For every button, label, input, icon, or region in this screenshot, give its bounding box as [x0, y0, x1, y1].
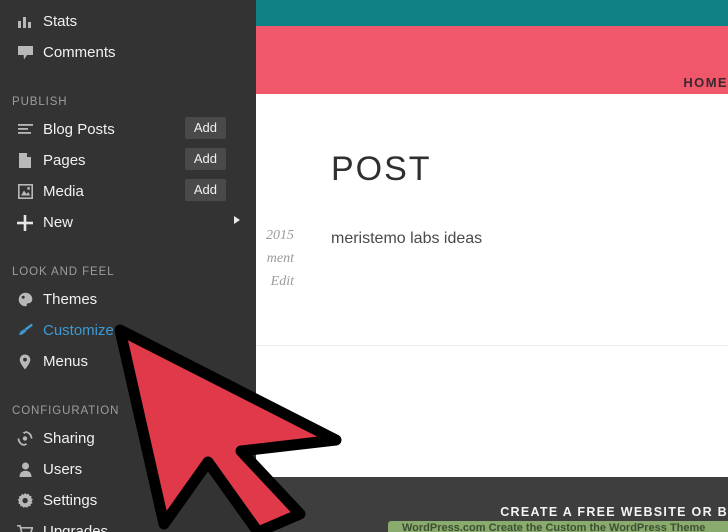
cart-icon: [12, 524, 38, 532]
post-title[interactable]: POST: [331, 149, 711, 189]
screenshot-root: HOME 2015 ment Edit POST meristemo labs …: [0, 0, 728, 532]
sidebar-item-media[interactable]: Media Add: [0, 176, 256, 207]
sidebar-item-pages[interactable]: Pages Add: [0, 145, 256, 176]
share-icon: [12, 431, 38, 446]
map-pin-icon: [12, 354, 38, 370]
sidebar-item-blog-posts[interactable]: Blog Posts Add: [0, 114, 256, 145]
comment-bubble-icon: [12, 45, 38, 60]
image-media-icon: [12, 184, 38, 199]
sidebar-item-label: Menus: [43, 353, 89, 370]
sidebar-item-settings[interactable]: Settings: [0, 485, 256, 516]
sidebar-item-label: Themes: [43, 291, 98, 308]
sidebar-item-label: Blog Posts: [43, 121, 115, 138]
gear-icon: [12, 492, 38, 509]
sidebar-item-themes[interactable]: Themes: [0, 284, 256, 315]
footer-green-banner-text: WordPress.com Create the Custom the Word…: [402, 522, 706, 532]
sidebar-item-customize[interactable]: Customize: [0, 315, 256, 346]
admin-sidebar: Stats Comments PUBLISH Blog Posts Add Pa…: [0, 0, 256, 532]
themes-palette-icon: [12, 292, 38, 307]
sidebar-item-label: New: [43, 214, 74, 231]
sidebar-section-configuration: CONFIGURATION: [12, 405, 120, 417]
post-main: POST meristemo labs ideas: [331, 149, 711, 251]
add-page-button[interactable]: Add: [184, 148, 226, 170]
sidebar-item-label: Upgrades: [43, 523, 109, 532]
add-media-button[interactable]: Add: [184, 179, 226, 201]
add-blog-post-button[interactable]: Add: [184, 117, 226, 139]
sidebar-section-publish: PUBLISH: [12, 96, 68, 108]
sidebar-item-label: Media: [43, 183, 84, 200]
sidebar-item-menus[interactable]: Menus: [0, 346, 256, 377]
paintbrush-icon: [12, 323, 38, 338]
sidebar-item-sharing[interactable]: Sharing: [0, 423, 256, 454]
sidebar-item-upgrades[interactable]: Upgrades: [0, 516, 256, 532]
nav-item-home[interactable]: HOME: [683, 75, 728, 90]
sidebar-item-stats[interactable]: Stats: [0, 6, 256, 37]
page-document-icon: [12, 153, 38, 168]
sidebar-item-label: Users: [43, 461, 83, 478]
sidebar-item-label: Customize: [43, 322, 114, 339]
user-icon: [12, 462, 38, 477]
chart-bar-icon: [12, 15, 38, 28]
sidebar-item-label: Comments: [43, 44, 116, 61]
sidebar-item-new[interactable]: New: [0, 207, 256, 238]
footer-green-banner: WordPress.com Create the Custom the Word…: [388, 521, 728, 532]
post-excerpt: meristemo labs ideas: [331, 230, 483, 247]
sidebar-item-label: Sharing: [43, 430, 95, 447]
sidebar-item-label: Settings: [43, 492, 98, 509]
chevron-right-icon[interactable]: [234, 216, 240, 224]
list-lines-icon: [12, 123, 38, 136]
sidebar-section-look-and-feel: LOOK AND FEEL: [12, 266, 115, 278]
sidebar-item-label: Stats: [43, 13, 78, 30]
sidebar-item-comments[interactable]: Comments: [0, 37, 256, 68]
sidebar-item-users[interactable]: Users: [0, 454, 256, 485]
plus-icon: [12, 214, 38, 231]
sidebar-item-label: Pages: [43, 152, 86, 169]
site-nav-links: HOME: [667, 75, 728, 90]
